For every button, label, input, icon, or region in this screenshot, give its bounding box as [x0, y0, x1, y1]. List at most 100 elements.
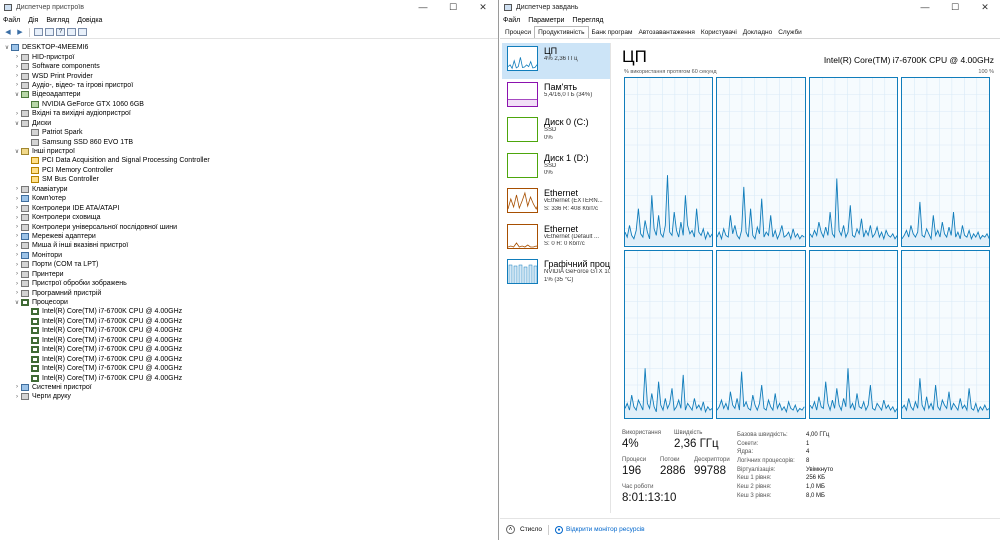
console-icon[interactable]: [67, 28, 76, 36]
tree-category[interactable]: › Черги друку: [0, 392, 498, 401]
chevron-right-icon[interactable]: ›: [13, 64, 21, 70]
tree-category[interactable]: › Клавіатури: [0, 185, 498, 194]
tree-category[interactable]: › Програмний пристрій: [0, 288, 498, 297]
sidebar-item-name: Ethernet: [544, 188, 579, 198]
chevron-down-icon[interactable]: ∨: [3, 44, 11, 51]
tree-category[interactable]: › Монітори: [0, 251, 498, 260]
back-arrow-icon[interactable]: ◀: [3, 28, 13, 37]
tree-category[interactable]: › Принтери: [0, 270, 498, 279]
menu-view[interactable]: Вигляд: [46, 17, 69, 24]
tree-category[interactable]: ∨ Відеоадаптери: [0, 90, 498, 99]
minimize-icon[interactable]: —: [408, 0, 438, 14]
tree-category[interactable]: › Пристрої обробки зображень: [0, 279, 498, 288]
chevron-right-icon[interactable]: ›: [13, 243, 21, 249]
sidebar-item-mem[interactable]: Пам'ять 5,4/16,0 ГБ (34%): [502, 79, 610, 115]
fewer-details-link[interactable]: Стисло: [520, 526, 542, 533]
menu-help[interactable]: Довідка: [77, 17, 102, 24]
minimize-icon[interactable]: —: [910, 0, 940, 14]
chevron-right-icon[interactable]: ›: [13, 281, 21, 287]
tree-device[interactable]: Intel(R) Core(TM) i7-6700K CPU @ 4.00GHz: [0, 354, 498, 363]
tree-category[interactable]: › Порти (COM та LPT): [0, 260, 498, 269]
tab-details[interactable]: Докладно: [740, 27, 775, 38]
tm-menu-view[interactable]: Перегляд: [572, 17, 603, 24]
properties-icon[interactable]: [45, 28, 54, 36]
sidebar-item-net[interactable]: Ethernet vEthernet (Default ... S: 0 R: 0 …: [502, 221, 610, 257]
chevron-right-icon[interactable]: ›: [13, 54, 21, 60]
tree-device[interactable]: Patriot Spark: [0, 128, 498, 137]
scan-hardware-icon[interactable]: [78, 28, 87, 36]
tree-category[interactable]: › Комп'ютер: [0, 194, 498, 203]
forward-arrow-icon[interactable]: ▶: [15, 28, 25, 37]
tree-device[interactable]: SM Bus Controller: [0, 175, 498, 184]
chevron-right-icon[interactable]: ›: [13, 215, 21, 221]
sidebar-item-disk[interactable]: Диск 1 (D:) SSD 0%: [502, 150, 610, 186]
chevron-right-icon[interactable]: ›: [13, 224, 21, 230]
sidebar-item-disk[interactable]: Диск 0 (C:) SSD 0%: [502, 114, 610, 150]
sidebar-item-net[interactable]: Ethernet vEthernet (EXTERN... S: 336 R: 40…: [502, 185, 610, 221]
chevron-right-icon[interactable]: ›: [13, 233, 21, 239]
tree-category[interactable]: › Software components: [0, 62, 498, 71]
sidebar-item-cpu[interactable]: ЦП 4% 2,36 ГГц: [502, 43, 610, 79]
sidebar-item-gpu[interactable]: Графічний процесNVIDIA GeForce GTX 1061%…: [502, 256, 610, 292]
maximize-icon[interactable]: ☐: [940, 0, 970, 14]
tm-menu-options[interactable]: Параметри: [528, 17, 564, 24]
tree-category[interactable]: › Аудіо-, відео- та ігрові пристрої: [0, 81, 498, 90]
chevron-right-icon[interactable]: ›: [13, 196, 21, 202]
tree-category[interactable]: › Контролери сховища: [0, 213, 498, 222]
chevron-up-icon[interactable]: ˄: [506, 525, 515, 534]
tab-startup[interactable]: Автозавантаження: [635, 27, 697, 38]
tree-device[interactable]: Intel(R) Core(TM) i7-6700K CPU @ 4.00GHz: [0, 307, 498, 316]
tree-category[interactable]: › Контролери універсальної послідовної ши…: [0, 222, 498, 231]
tree-category[interactable]: › WSD Print Provider: [0, 71, 498, 80]
tree-device[interactable]: Intel(R) Core(TM) i7-6700K CPU @ 4.00GHz: [0, 373, 498, 382]
chevron-right-icon[interactable]: ›: [13, 394, 21, 400]
menu-file[interactable]: Файл: [3, 17, 20, 24]
chevron-right-icon[interactable]: ›: [13, 73, 21, 79]
close-icon[interactable]: ✕: [468, 0, 498, 14]
tree-device[interactable]: NVIDIA GeForce GTX 1060 6GB: [0, 100, 498, 109]
chevron-down-icon[interactable]: ∨: [13, 91, 21, 98]
chevron-right-icon[interactable]: ›: [13, 111, 21, 117]
tree-category[interactable]: › Миша й інші вказівні пристрої: [0, 241, 498, 250]
tab-processes[interactable]: Процеси: [502, 27, 534, 38]
tree-device[interactable]: Intel(R) Core(TM) i7-6700K CPU @ 4.00GHz: [0, 326, 498, 335]
tree-device[interactable]: Intel(R) Core(TM) i7-6700K CPU @ 4.00GHz: [0, 364, 498, 373]
tab-app-history[interactable]: Банк програм: [589, 27, 636, 38]
tree-device[interactable]: PCI Data Acquisition and Signal Processi…: [0, 156, 498, 165]
chevron-right-icon[interactable]: ›: [13, 252, 21, 258]
tree-category[interactable]: ∨ Диски: [0, 119, 498, 128]
chevron-right-icon[interactable]: ›: [13, 262, 21, 268]
chevron-down-icon[interactable]: ∨: [13, 299, 21, 306]
chevron-right-icon[interactable]: ›: [13, 186, 21, 192]
chevron-right-icon[interactable]: ›: [13, 290, 21, 296]
chevron-down-icon[interactable]: ∨: [13, 148, 21, 155]
tree-device[interactable]: Samsung SSD 860 EVO 1TB: [0, 137, 498, 146]
chevron-right-icon[interactable]: ›: [13, 384, 21, 390]
tree-device[interactable]: Intel(R) Core(TM) i7-6700K CPU @ 4.00GHz: [0, 345, 498, 354]
tree-category[interactable]: ∨ Інші пристрої: [0, 147, 498, 156]
tab-performance[interactable]: Продуктивність: [534, 26, 589, 38]
help-icon[interactable]: ?: [56, 28, 65, 36]
maximize-icon[interactable]: ☐: [438, 0, 468, 14]
chevron-down-icon[interactable]: ∨: [13, 120, 21, 127]
tree-device[interactable]: Intel(R) Core(TM) i7-6700K CPU @ 4.00GHz: [0, 317, 498, 326]
close-icon[interactable]: ✕: [970, 0, 1000, 14]
chevron-right-icon[interactable]: ›: [13, 271, 21, 277]
tree-root[interactable]: ∨ DESKTOP-4MEEMI6: [0, 43, 498, 52]
tm-menu-file[interactable]: Файл: [503, 17, 520, 24]
resource-monitor-link[interactable]: ● Відкрити монітор ресурсів: [555, 525, 645, 534]
tab-services[interactable]: Служби: [775, 27, 805, 38]
tree-category[interactable]: › Контролери IDE ATA/ATAPI: [0, 203, 498, 212]
tree-device[interactable]: PCI Memory Controller: [0, 166, 498, 175]
menu-action[interactable]: Дія: [28, 17, 38, 24]
tree-category[interactable]: › Мережеві адаптери: [0, 232, 498, 241]
tab-users[interactable]: Користувачі: [698, 27, 740, 38]
chevron-right-icon[interactable]: ›: [13, 82, 21, 88]
show-hide-tree-icon[interactable]: [34, 28, 43, 36]
tree-device[interactable]: Intel(R) Core(TM) i7-6700K CPU @ 4.00GHz: [0, 336, 498, 345]
tree-category[interactable]: › Системні пристрої: [0, 383, 498, 392]
tree-category[interactable]: › HID-пристрої: [0, 52, 498, 61]
tree-category[interactable]: ∨ Процесори: [0, 298, 498, 307]
chevron-right-icon[interactable]: ›: [13, 205, 21, 211]
tree-category[interactable]: › Вхідні та вихідні аудіопристрої: [0, 109, 498, 118]
